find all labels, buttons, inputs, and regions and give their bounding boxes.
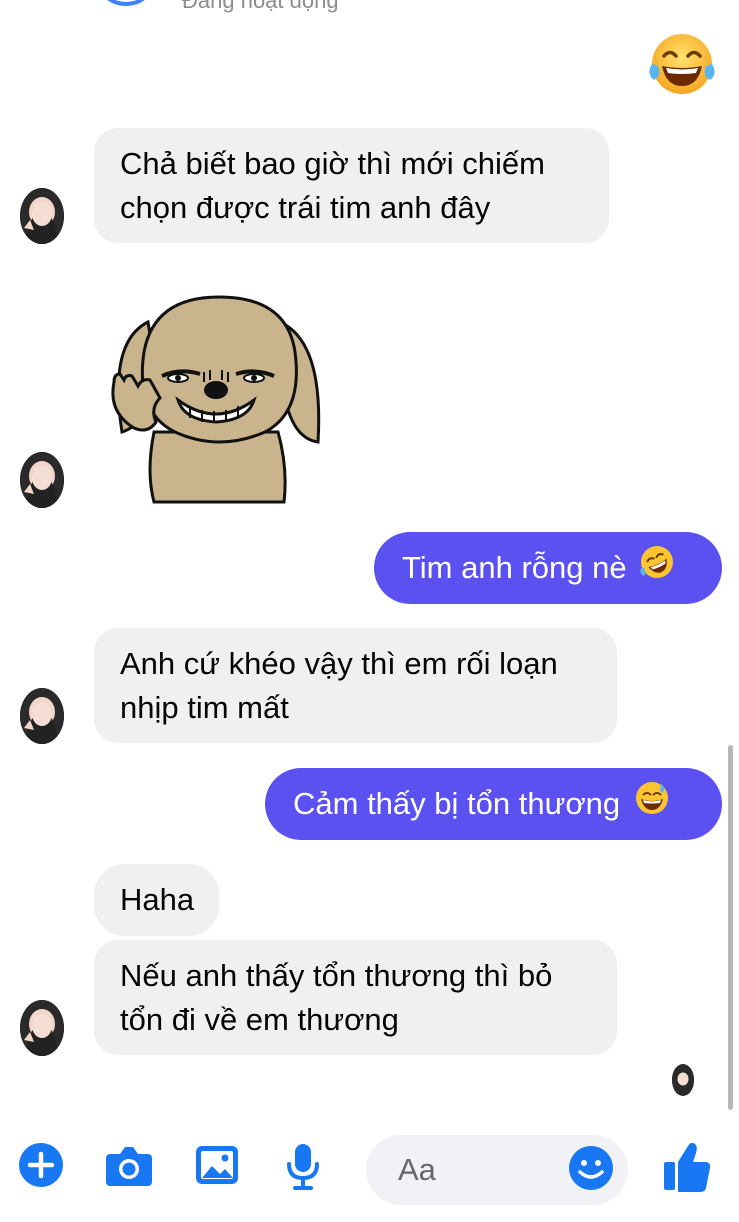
incoming-message-bubble[interactable]: Anh cứ khéo vậy thì em rối loạn nhịp tim… — [94, 628, 617, 743]
image-icon[interactable] — [194, 1142, 240, 1193]
active-status-text: Đang hoạt động — [182, 0, 339, 13]
message-text: Cảm thấy bị tổn thương — [293, 786, 621, 821]
avatar-photo — [20, 688, 64, 744]
thumbs-up-icon[interactable] — [662, 1140, 712, 1199]
dog-smirk-sticker[interactable] — [104, 292, 326, 509]
avatar-photo — [20, 188, 64, 244]
avatar-photo — [20, 1000, 64, 1056]
message-text-line: chọn được trái tim anh đây — [120, 190, 491, 225]
outgoing-message-bubble[interactable]: Tim anh rỗng nè — [374, 532, 722, 604]
avatar[interactable] — [20, 688, 64, 744]
microphone-icon[interactable] — [286, 1142, 320, 1197]
camera-icon[interactable] — [104, 1142, 154, 1193]
message-text: Tim anh rỗng nè — [402, 550, 627, 585]
message-text-line: nhịp tim mất — [120, 690, 289, 725]
outgoing-message-bubble[interactable]: Cảm thấy bị tổn thương — [265, 768, 722, 840]
rolling-on-floor-laughing-icon — [639, 544, 675, 592]
avatar[interactable] — [20, 1000, 64, 1056]
sent-emoji-tears-of-joy[interactable] — [646, 30, 718, 101]
face-with-tears-of-joy-icon — [649, 34, 715, 94]
scrollbar[interactable] — [728, 745, 733, 1110]
incoming-message-bubble[interactable]: Nếu anh thấy tổn thương thì bỏ tổn đi về… — [94, 940, 617, 1055]
incoming-message-bubble[interactable]: Haha — [94, 864, 219, 936]
message-text-line: Anh cứ khéo vậy thì em rối loạn — [120, 646, 558, 681]
smiley-icon[interactable] — [568, 1145, 614, 1196]
header-avatar-ring[interactable] — [98, 0, 154, 6]
seen-receipt-avatar — [672, 1064, 694, 1096]
avatar-photo — [20, 452, 64, 508]
avatar[interactable] — [20, 188, 64, 244]
grinning-face-with-sweat-icon — [634, 780, 670, 828]
message-text-line: tổn đi về em thương — [120, 1002, 399, 1037]
sticker-image — [111, 295, 321, 504]
message-text-line: Haha — [120, 882, 195, 917]
message-text-line: Chả biết bao giờ thì mới chiếm — [120, 146, 545, 181]
avatar[interactable] — [20, 452, 64, 508]
message-input-placeholder: Aa — [398, 1152, 436, 1187]
plus-icon[interactable] — [18, 1142, 64, 1193]
incoming-message-bubble[interactable]: Chả biết bao giờ thì mới chiếm chọn được… — [94, 128, 609, 243]
message-text-line: Nếu anh thấy tổn thương thì bỏ — [120, 958, 553, 993]
